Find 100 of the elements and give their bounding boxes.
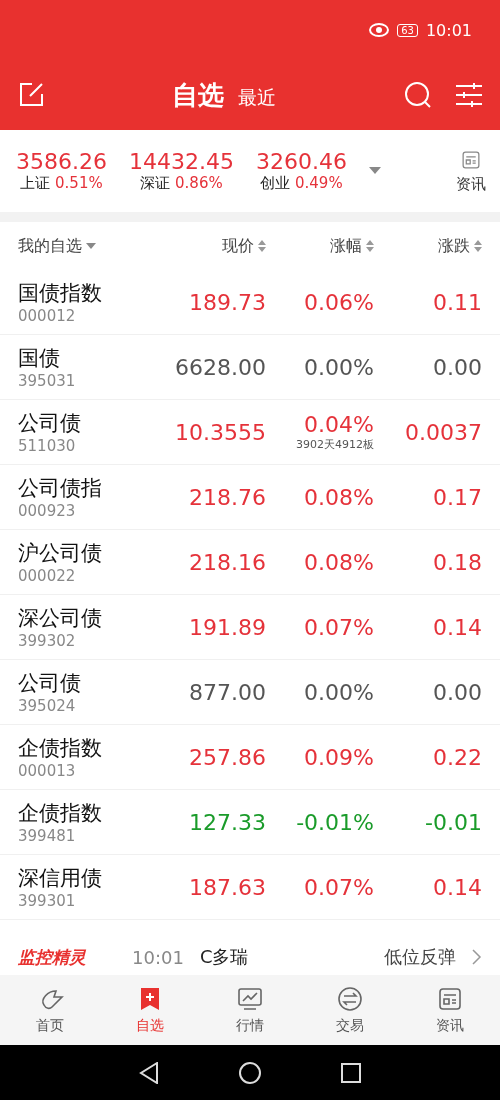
stock-code: 399481 [18, 827, 77, 845]
index-value: 14432.45 [129, 149, 234, 174]
price-cell: 10.3555 [175, 419, 266, 445]
stock-name: 企债指数 [18, 800, 103, 827]
percent-cell: 0.00% [304, 679, 374, 705]
stock-name: 公司债 [18, 410, 82, 437]
percent-cell: 0.00% [304, 354, 374, 380]
change-cell: 0.14 [433, 614, 482, 640]
stock-code: 000022 [18, 567, 77, 585]
dropdown-icon[interactable] [368, 167, 381, 175]
chevron-right-icon[interactable] [472, 949, 482, 965]
stock-row[interactable]: 国债 395031 6628.00 0.00% 0.00 [0, 335, 500, 400]
eye-icon [369, 23, 390, 37]
index-change: 0.49% [295, 174, 343, 192]
price-cell: 877.00 [189, 679, 266, 705]
stock-name: 企债指数 [18, 735, 103, 762]
stock-code: 000012 [18, 307, 77, 325]
stock-row[interactable]: 企债指数 000013 257.86 0.09% 0.22 [0, 725, 500, 790]
stock-row[interactable]: 公司债 511030 10.3555 0.04% 3902天4912板 0.0037 [0, 400, 500, 465]
change-cell: 0.00 [433, 354, 482, 380]
index-change: 0.86% [175, 174, 223, 192]
search-icon[interactable] [404, 81, 432, 109]
stock-row[interactable]: 公司债 395024 877.00 0.00% 0.00 [0, 660, 500, 725]
change-cell: 0.00 [433, 679, 482, 705]
sort-icon[interactable] [366, 240, 374, 252]
alert-stock: C多瑞 [199, 945, 249, 969]
battery-level: 63 [397, 23, 418, 37]
percent-cell: 0.08% [304, 484, 374, 510]
stock-code: 395024 [18, 697, 77, 715]
change-cell: 0.14 [433, 874, 482, 900]
change-cell: 0.0037 [405, 419, 482, 445]
header-tab[interactable]: 自选 [172, 77, 224, 113]
change-cell: 0.17 [433, 484, 482, 510]
price-cell: 189.73 [189, 289, 266, 315]
percent-cell: 0.04% [304, 412, 374, 437]
index-name: 创业 [260, 174, 291, 192]
change-cell: -0.01 [425, 809, 482, 835]
news-button[interactable]: 资讯 [456, 148, 486, 194]
percent-cell: 0.08% [304, 549, 374, 575]
change-cell: 0.11 [433, 289, 482, 315]
price-cell: 257.86 [189, 744, 266, 770]
monitor-title: 监控精灵 [18, 945, 86, 969]
change-cell: 0.22 [433, 744, 482, 770]
stock-name: 国债 [18, 345, 61, 372]
stock-row[interactable]: 沪公司债 000022 218.16 0.08% 0.18 [0, 530, 500, 595]
limit-note: 3902天4912板 [296, 437, 374, 452]
news-icon [436, 985, 464, 1013]
percent-cell: 0.07% [304, 874, 374, 900]
dropdown-icon[interactable] [86, 243, 96, 249]
home-icon[interactable] [239, 1061, 261, 1084]
stock-name: 深公司债 [18, 605, 103, 632]
stock-row[interactable]: 深公司债 399302 191.89 0.07% 0.14 [0, 595, 500, 660]
index-name: 上证 [20, 174, 51, 192]
index-name: 深证 [140, 174, 171, 192]
stock-code: 000013 [18, 762, 77, 780]
stock-name: 沪公司债 [18, 540, 103, 567]
stock-code: 399301 [18, 892, 77, 910]
recents-icon[interactable] [341, 1062, 361, 1083]
clock: 10:01 [425, 20, 472, 40]
stock-row[interactable]: 深信用债 399301 187.63 0.07% 0.14 [0, 855, 500, 920]
stock-row[interactable]: 公司债指 000923 218.76 0.08% 0.17 [0, 465, 500, 530]
column-header[interactable]: 涨幅 [330, 235, 362, 257]
percent-cell: 0.07% [304, 614, 374, 640]
column-header[interactable]: 现价 [222, 235, 254, 257]
stock-name: 公司债 [18, 670, 82, 697]
nav-tab[interactable]: 交易 [300, 975, 400, 1045]
chart-icon [236, 985, 264, 1013]
settings-icon[interactable] [456, 83, 482, 107]
header-tab[interactable]: 最近 [238, 84, 276, 111]
price-cell: 187.63 [189, 874, 266, 900]
nav-tab[interactable]: 自选 [100, 975, 200, 1045]
price-cell: 218.76 [189, 484, 266, 510]
percent-cell: 0.09% [304, 744, 374, 770]
percent-cell: -0.01% [296, 809, 374, 835]
stock-code: 000923 [18, 502, 77, 520]
swap-icon [336, 985, 364, 1013]
column-header[interactable]: 涨跌 [438, 235, 470, 257]
edit-icon[interactable] [18, 82, 44, 108]
news-icon [460, 148, 482, 171]
index-value: 3586.26 [16, 149, 107, 174]
nav-tab[interactable]: 首页 [0, 975, 100, 1045]
price-cell: 6628.00 [175, 354, 266, 380]
column-header[interactable]: 我的自选 [18, 235, 82, 257]
stock-name: 深信用债 [18, 865, 103, 892]
price-cell: 191.89 [189, 614, 266, 640]
price-cell: 218.16 [189, 549, 266, 575]
alert-time: 10:01 [132, 946, 184, 968]
nav-tab[interactable]: 行情 [200, 975, 300, 1045]
stock-row[interactable]: 国债指数 000012 189.73 0.06% 0.11 [0, 270, 500, 335]
stock-code: 399302 [18, 632, 77, 650]
change-cell: 0.18 [433, 549, 482, 575]
stock-code: 511030 [18, 437, 77, 455]
stock-row[interactable]: 企债指数 399481 127.33 -0.01% -0.01 [0, 790, 500, 855]
back-icon[interactable] [139, 1061, 159, 1084]
sort-icon[interactable] [258, 240, 266, 252]
sort-icon[interactable] [474, 240, 482, 252]
stock-name: 国债指数 [18, 280, 103, 307]
price-cell: 127.33 [189, 809, 266, 835]
index-value: 3260.46 [255, 149, 347, 174]
nav-tab[interactable]: 资讯 [400, 975, 500, 1045]
